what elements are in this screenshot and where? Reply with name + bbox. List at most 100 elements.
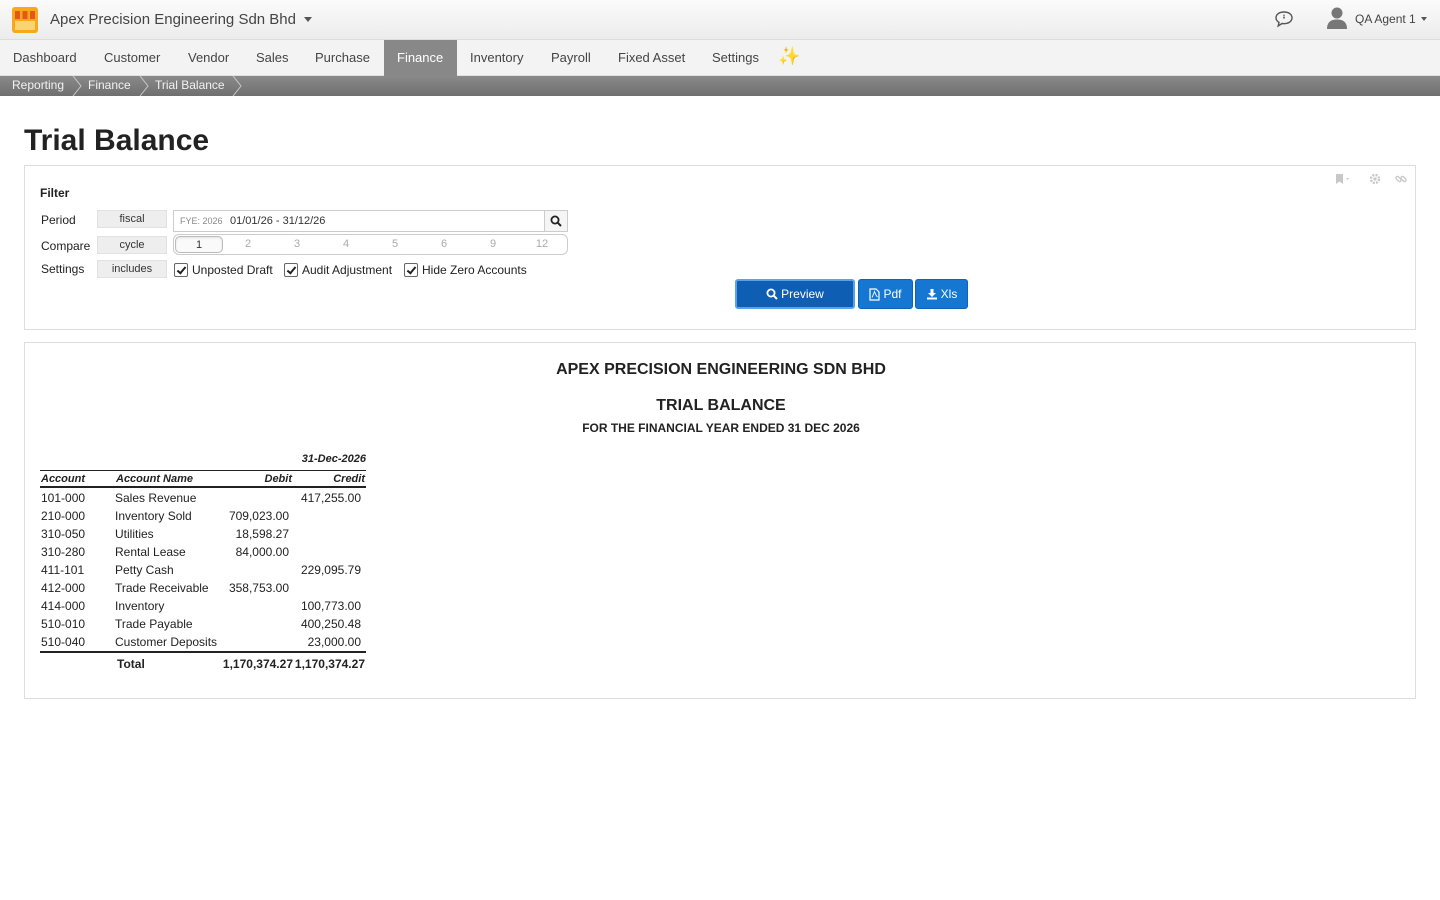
account-code[interactable]: 210-000 [41, 509, 85, 523]
breadcrumb: Reporting Finance Trial Balance [0, 76, 1440, 96]
nav-vendor[interactable]: Vendor [175, 40, 242, 76]
account-code[interactable]: 310-280 [41, 545, 85, 559]
table-row: 510-040 Customer Deposits 23,000.00 [40, 633, 366, 651]
total-credit: 1,170,374.27 [294, 657, 365, 671]
account-code[interactable]: 510-010 [41, 617, 85, 631]
company-caret-icon[interactable] [304, 17, 312, 22]
account-code[interactable]: 412-000 [41, 581, 85, 595]
nav-fixed-asset[interactable]: Fixed Asset [605, 40, 698, 76]
account-name: Trade Payable [115, 617, 193, 631]
debit-value: 84,000.00 [235, 545, 289, 559]
bookmark-icon[interactable] [1334, 172, 1354, 186]
search-icon [766, 288, 778, 300]
account-code[interactable]: 101-000 [41, 491, 85, 505]
table-row: 414-000 Inventory 100,773.00 [40, 597, 366, 615]
account-name: Rental Lease [115, 545, 186, 559]
settings-gear-icon[interactable] [1368, 172, 1382, 186]
preview-button[interactable]: Preview [735, 279, 855, 309]
cycle-option-12[interactable]: 12 [518, 236, 566, 253]
app-logo-icon[interactable] [12, 7, 38, 33]
account-code[interactable]: 414-000 [41, 599, 85, 613]
user-name[interactable]: QA Agent 1 [1355, 12, 1416, 26]
report-subtitle: FOR THE FINANCIAL YEAR ENDED 31 DEC 2026 [582, 421, 860, 435]
audit-adjustment-label: Audit Adjustment [302, 263, 393, 277]
company-name[interactable]: Apex Precision Engineering Sdn Bhd [50, 11, 296, 28]
nav-finance[interactable]: Finance [384, 40, 457, 76]
cycle-option-5[interactable]: 5 [371, 236, 419, 253]
compare-tag[interactable]: cycle [97, 236, 167, 254]
credit-value: 23,000.00 [307, 635, 361, 649]
debit-value: 709,023.00 [228, 509, 289, 523]
xls-button[interactable]: Xls [915, 279, 968, 309]
filter-heading: Filter [40, 186, 70, 200]
nav-customer[interactable]: Customer [91, 40, 173, 76]
period-input[interactable]: FYE: 2026 01/01/26 - 31/12/26 [173, 210, 545, 232]
account-code[interactable]: 510-040 [41, 635, 85, 649]
checkbox-box[interactable] [174, 263, 188, 277]
checkbox-box[interactable] [404, 263, 418, 277]
period-search-button[interactable] [544, 210, 568, 232]
credit-value: 229,095.79 [300, 563, 361, 577]
preview-label: Preview [781, 287, 824, 301]
report-panel: APEX PRECISION ENGINEERING SDN BHD TRIAL… [24, 342, 1416, 699]
cycle-option-9[interactable]: 9 [469, 236, 517, 253]
report-company: APEX PRECISION ENGINEERING SDN BHD [556, 361, 886, 378]
account-code[interactable]: 411-101 [41, 563, 84, 577]
account-name: Customer Deposits [115, 635, 218, 649]
col-debit: Debit [264, 473, 293, 485]
hide-zero-accounts-label: Hide Zero Accounts [422, 263, 527, 277]
account-code[interactable]: 310-050 [41, 527, 85, 541]
period-value: 01/01/26 - 31/12/26 [230, 215, 326, 227]
breadcrumb-finance[interactable]: Finance [88, 76, 131, 96]
nav-payroll[interactable]: Payroll [538, 40, 604, 76]
account-name: Inventory Sold [115, 509, 192, 523]
pdf-file-icon [869, 287, 881, 301]
table-row: 411-101 Petty Cash 229,095.79 [40, 561, 366, 579]
nav-purchase[interactable]: Purchase [302, 40, 383, 76]
cycle-option-2[interactable]: 2 [224, 236, 272, 253]
account-name: Petty Cash [115, 563, 174, 577]
period-label: Period [41, 213, 76, 227]
breadcrumb-trial-balance[interactable]: Trial Balance [155, 76, 225, 96]
table-row: 310-050 Utilities 18,598.27 [40, 525, 366, 543]
account-name: Utilities [115, 527, 154, 541]
credit-value: 400,250.48 [300, 617, 361, 631]
download-icon [926, 289, 937, 300]
report-date: 31-Dec-2026 [40, 453, 366, 471]
nav-dashboard[interactable]: Dashboard [0, 40, 90, 76]
unposted-draft-label: Unposted Draft [192, 263, 273, 277]
search-icon [550, 215, 562, 227]
nav-sales[interactable]: Sales [243, 40, 302, 76]
account-name: Sales Revenue [115, 491, 197, 505]
user-caret-icon[interactable] [1421, 17, 1427, 21]
compare-cycle-group: 1 2 3 4 5 6 9 12 [173, 234, 568, 255]
main-nav: Dashboard Customer Vendor Sales Purchase… [0, 40, 1440, 76]
col-credit: Credit [333, 473, 365, 485]
checkbox-box[interactable] [284, 263, 298, 277]
total-label: Total [117, 657, 145, 671]
pdf-button[interactable]: Pdf [858, 279, 913, 309]
link-icon[interactable] [1394, 172, 1408, 186]
breadcrumb-reporting[interactable]: Reporting [12, 76, 64, 96]
total-row: Total 1,170,374.27 1,170,374.27 [40, 651, 366, 671]
cycle-option-1[interactable]: 1 [175, 236, 223, 253]
pdf-label: Pdf [883, 287, 902, 301]
cycle-option-6[interactable]: 6 [420, 236, 468, 253]
cycle-option-3[interactable]: 3 [273, 236, 321, 253]
settings-tag[interactable]: includes [97, 260, 167, 278]
table-row: 101-000 Sales Revenue 417,255.00 [40, 489, 366, 507]
cycle-option-4[interactable]: 4 [322, 236, 370, 253]
breadcrumb-separator-icon [232, 76, 242, 96]
compare-label: Compare [41, 239, 91, 253]
breadcrumb-separator-icon [72, 76, 82, 96]
period-tag[interactable]: fiscal [97, 210, 167, 228]
sparkle-icon[interactable]: ✨ [778, 46, 800, 67]
filter-panel: Filter Period fiscal FYE: 2026 01/01/26 … [24, 165, 1416, 330]
table-header: Account Account Name Debit Credit [40, 470, 366, 488]
nav-settings[interactable]: Settings [699, 40, 772, 76]
chat-icon[interactable] [1274, 10, 1294, 28]
user-avatar-icon[interactable] [1326, 6, 1348, 30]
debit-value: 358,753.00 [228, 581, 289, 595]
nav-inventory[interactable]: Inventory [457, 40, 536, 76]
table-row: 412-000 Trade Receivable 358,753.00 [40, 579, 366, 597]
